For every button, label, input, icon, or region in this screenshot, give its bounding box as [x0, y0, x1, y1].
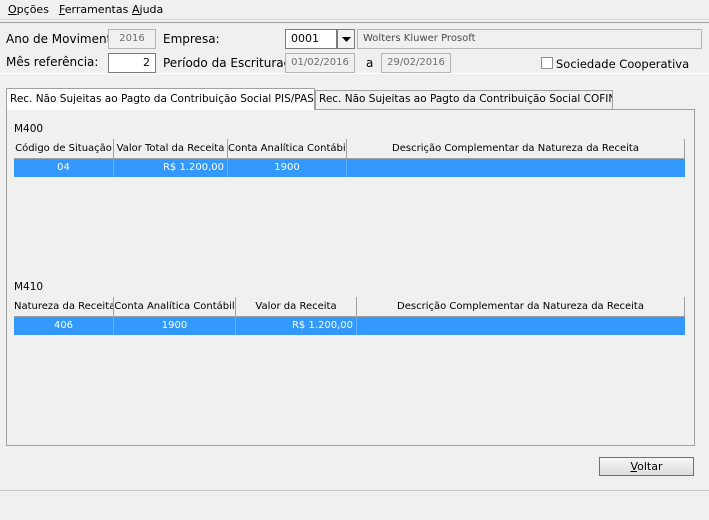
empresa-code-input[interactable]: 0001 — [285, 29, 337, 49]
empresa-name-field: Wolters Kluwer Prosoft — [357, 29, 702, 49]
m410-cell-natureza: 406 — [14, 317, 114, 335]
empresa-dropdown-button[interactable] — [337, 29, 355, 49]
m400-cell-conta: 1900 — [228, 159, 347, 177]
mes-referencia-input[interactable]: 2 — [108, 53, 156, 73]
m400-col-descricao[interactable]: Descrição Complementar da Natureza da Re… — [347, 139, 685, 159]
tab-cofins-m800[interactable]: Rec. Não Sujeitas ao Pagto da Contribuiç… — [315, 90, 613, 109]
m400-header-row: Código de Situação Valor Total da Receit… — [14, 139, 685, 159]
menu-bar: Opções Ferramentas Ajuda — [0, 0, 709, 20]
m400-cell-descricao — [347, 159, 685, 177]
tab-panel: M400 Código de Situação Valor Total da R… — [6, 109, 695, 446]
tab-pis-pasep-m400[interactable]: Rec. Não Sujeitas ao Pagto da Contribuiç… — [6, 88, 315, 110]
menu-ajuda[interactable]: Ajuda — [132, 3, 163, 16]
triangle-down-icon — [341, 36, 351, 42]
ano-movimento-label: Ano de Movimento: — [6, 32, 123, 46]
empresa-label: Empresa: — [163, 32, 220, 46]
menu-ferramentas[interactable]: Ferramentas — [59, 3, 128, 16]
mes-referencia-label: Mês referência: — [6, 55, 99, 69]
status-bar — [0, 490, 709, 520]
m410-grid: Natureza da Receita Conta Analítica Cont… — [14, 297, 685, 335]
m400-cell-valor-total: R$ 1.200,00 — [114, 159, 228, 177]
m400-col-conta[interactable]: Conta Analítica Contábil — [228, 139, 347, 159]
table-row[interactable]: 04 R$ 1.200,00 1900 — [14, 159, 685, 177]
m400-title: M400 — [14, 123, 44, 135]
m410-header-row: Natureza da Receita Conta Analítica Cont… — [14, 297, 685, 317]
m400-grid: Código de Situação Valor Total da Receit… — [14, 139, 685, 177]
m410-col-natureza[interactable]: Natureza da Receita — [14, 297, 114, 317]
m400-col-valor-total[interactable]: Valor Total da Receita — [114, 139, 228, 159]
m410-col-descricao[interactable]: Descrição Complementar da Natureza da Re… — [357, 297, 685, 317]
periodo-end-field: 29/02/2016 — [381, 53, 451, 73]
table-row[interactable]: 406 1900 R$ 1.200,00 — [14, 317, 685, 335]
m400-cell-codigo: 04 — [14, 159, 114, 177]
cooperativa-checkbox[interactable] — [541, 57, 553, 69]
periodo-start-field: 01/02/2016 — [285, 53, 355, 73]
cooperativa-label: Sociedade Cooperativa — [556, 57, 690, 71]
m410-title: M410 — [14, 281, 44, 293]
menu-opcoes[interactable]: Opções — [8, 3, 49, 16]
m400-col-codigo[interactable]: Código de Situação — [14, 139, 114, 159]
periodo-separator: a — [366, 56, 374, 70]
m410-col-valor[interactable]: Valor da Receita — [236, 297, 357, 317]
ano-movimento-field: 2016 — [108, 29, 156, 49]
m410-col-conta[interactable]: Conta Analítica Contábil — [114, 297, 236, 317]
m410-cell-descricao — [357, 317, 685, 335]
voltar-button[interactable]: Voltar — [599, 457, 694, 476]
m410-cell-valor: R$ 1.200,00 — [236, 317, 357, 335]
m410-cell-conta: 1900 — [114, 317, 236, 335]
